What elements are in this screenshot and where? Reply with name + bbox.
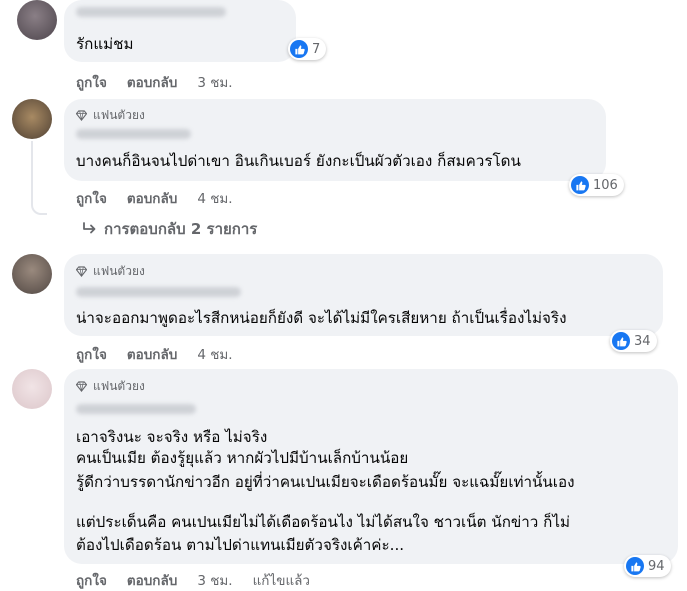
comment-actions: ถูกใจ ตอบกลับ 3 ชม. แก้ไขแล้ว [76, 569, 310, 591]
diamond-icon [76, 381, 87, 392]
comment-bubble: แฟนตัวยง เอาจริงนะ จะจริง หรือ ไม่จริง ค… [64, 369, 678, 564]
avatar[interactable] [12, 369, 52, 409]
top-fan-badge: แฟนตัวยง [76, 106, 145, 125]
reaction-count[interactable]: 7 [288, 38, 327, 60]
avatar[interactable] [17, 0, 57, 40]
comment-bubble: แฟนตัวยง บางคนก็อินจนไปด่าเขา อินเกินเบอ… [64, 99, 606, 181]
author-name[interactable] [76, 404, 196, 414]
reply-button[interactable]: ตอบกลับ [127, 187, 177, 209]
comment-text-line: ต้องไปเดือดร้อน ตามไปด่าแทนเมียตัวจริงเค… [76, 536, 405, 554]
edited-label[interactable]: แก้ไขแล้ว [253, 569, 310, 591]
comment-text: บางคนก็อินจนไปด่าเขา อินเกินเบอร์ ยังกะเ… [76, 152, 521, 170]
author-name[interactable] [76, 7, 226, 17]
thread-line [31, 141, 47, 215]
reaction-number: 34 [634, 333, 651, 349]
top-fan-badge: แฟนตัวยง [76, 262, 145, 281]
reaction-count[interactable]: 34 [610, 330, 657, 352]
comment-text-line: รู้ดีกว่าบรรดานักข่าวอีก อยู่ที่ว่าคนเปน… [76, 473, 575, 491]
timestamp[interactable]: 3 ชม. [197, 569, 232, 591]
avatar[interactable] [12, 254, 52, 294]
comment-bubble: แฟนตัวยง น่าจะออกมาพูดอะไรสีกหน่อยก็ยังด… [64, 254, 663, 336]
like-icon [290, 40, 308, 58]
like-icon [571, 176, 589, 194]
reaction-number: 7 [312, 41, 321, 57]
comment-actions: ถูกใจ ตอบกลับ 4 ชม. [76, 343, 253, 365]
like-icon [612, 332, 630, 350]
comment-actions: ถูกใจ ตอบกลับ 3 ชม. [76, 71, 253, 93]
diamond-icon [76, 110, 87, 121]
badge-label: แฟนตัวยง [93, 379, 145, 393]
reply-button[interactable]: ตอบกลับ [127, 71, 177, 93]
comment-text-line: เอาจริงนะ จะจริง หรือ ไม่จริง [76, 428, 268, 446]
timestamp[interactable]: 3 ชม. [197, 71, 232, 93]
like-button[interactable]: ถูกใจ [76, 569, 107, 591]
like-button[interactable]: ถูกใจ [76, 71, 107, 93]
reply-arrow-icon [83, 222, 96, 234]
reaction-count[interactable]: 94 [624, 555, 671, 577]
top-fan-badge: แฟนตัวยง [76, 377, 145, 396]
diamond-icon [76, 266, 87, 277]
comment-bubble: รักแม่ชม [64, 0, 296, 62]
reaction-number: 106 [593, 177, 618, 193]
view-replies-label: การตอบกลับ 2 รายการ [104, 220, 258, 238]
avatar[interactable] [12, 99, 52, 139]
comment-text: น่าจะออกมาพูดอะไรสีกหน่อยก็ยังดี จะได้ไม… [76, 309, 567, 327]
like-button[interactable]: ถูกใจ [76, 187, 107, 209]
badge-label: แฟนตัวยง [93, 264, 145, 278]
comment-text: รักแม่ชม [76, 35, 134, 53]
timestamp[interactable]: 4 ชม. [197, 343, 232, 365]
reaction-number: 94 [648, 558, 665, 574]
reply-button[interactable]: ตอบกลับ [127, 343, 177, 365]
comment-text-line: แต่ประเด็นคือ คนเปนเมียไม่ได้เดือดร้อนไง… [76, 513, 571, 531]
view-replies-link[interactable]: การตอบกลับ 2 รายการ [82, 217, 257, 241]
like-button[interactable]: ถูกใจ [76, 343, 107, 365]
comment-actions: ถูกใจ ตอบกลับ 4 ชม. [76, 187, 253, 209]
badge-label: แฟนตัวยง [93, 108, 145, 122]
reply-button[interactable]: ตอบกลับ [127, 569, 177, 591]
author-name[interactable] [76, 129, 191, 139]
reaction-count[interactable]: 106 [569, 174, 624, 196]
comment-text-line: คนเป็นเมีย ต้องรู้ยุแล้ว หากผัวไปมีบ้านเ… [76, 449, 409, 467]
like-icon [626, 557, 644, 575]
timestamp[interactable]: 4 ชม. [197, 187, 232, 209]
author-name[interactable] [76, 287, 241, 297]
